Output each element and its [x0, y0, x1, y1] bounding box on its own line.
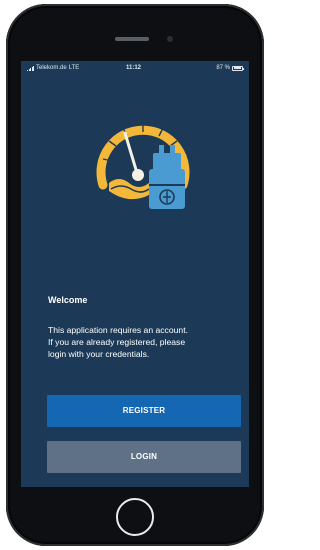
welcome-line: login with your credentials. — [48, 349, 150, 359]
carrier-info: Telekom.de LTE — [27, 65, 79, 71]
plug-top — [153, 153, 181, 171]
gauge-wave — [109, 179, 149, 200]
status-bar: Telekom.de LTE 11:12 87 % — [21, 61, 249, 75]
signal-strength-icon — [27, 65, 34, 71]
gauge-needle — [123, 131, 139, 175]
battery-icon — [232, 65, 244, 71]
network-type: LTE — [68, 65, 80, 71]
gauge-hub — [132, 169, 144, 181]
earpiece-speaker — [115, 37, 149, 41]
welcome-line: This application requires an account. — [48, 325, 188, 335]
gauge-and-plug-icon — [96, 123, 190, 209]
battery-percent: 87 % — [216, 65, 230, 71]
welcome-message: This application requires an account. If… — [48, 324, 243, 360]
home-button[interactable] — [116, 498, 154, 536]
welcome-title: Welcome — [48, 295, 88, 305]
carrier-name: Telekom.de — [36, 65, 67, 71]
front-camera — [167, 36, 173, 42]
register-button[interactable]: REGISTER — [47, 395, 241, 427]
battery-info: 87 % — [216, 65, 244, 71]
app-screen: Telekom.de LTE 11:12 87 % Welcome This a… — [21, 61, 249, 487]
welcome-line: If you are already registered, please — [48, 337, 186, 347]
phone-frame: Telekom.de LTE 11:12 87 % Welcome This a… — [6, 4, 264, 546]
status-time: 11:12 — [126, 65, 142, 71]
login-button[interactable]: LOGIN — [47, 441, 241, 473]
